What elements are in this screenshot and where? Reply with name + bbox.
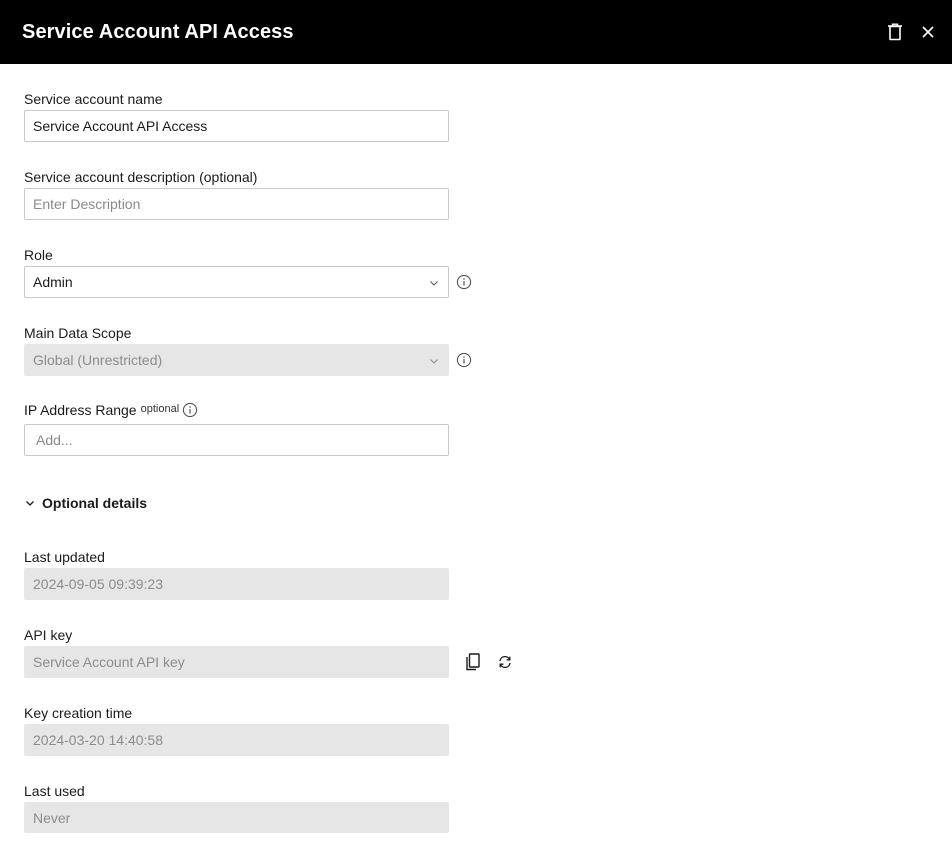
role-label: Role — [24, 247, 53, 263]
ip-range-label: IP Address Range optional — [24, 401, 179, 421]
scope-select: Global (Unrestricted) — [24, 344, 449, 376]
scope-label: Main Data Scope — [24, 325, 132, 341]
refresh-icon — [499, 655, 511, 669]
chevron-down-icon — [26, 501, 34, 506]
name-input[interactable] — [24, 110, 449, 142]
description-input[interactable] — [24, 188, 449, 220]
optional-details-label: Optional details — [42, 495, 148, 511]
ip-range-input[interactable] — [24, 424, 449, 456]
trash-icon — [888, 23, 902, 41]
copy-api-key-button[interactable] — [463, 652, 483, 672]
last-used-label: Last used — [24, 783, 85, 799]
name-label: Service account name — [24, 91, 163, 107]
close-button[interactable] — [916, 20, 940, 44]
dialog-title: Service Account API Access — [22, 21, 294, 43]
chevron-down-icon — [430, 359, 438, 364]
regenerate-api-key-button[interactable] — [495, 652, 515, 672]
dialog-header: Service Account API Access — [0, 0, 952, 64]
role-info-icon[interactable] — [456, 274, 472, 290]
key-creation-time-label: Key creation time — [24, 705, 133, 721]
scope-info-icon[interactable] — [456, 352, 472, 368]
role-selected-value: Admin — [33, 274, 73, 290]
optional-tag: optional — [140, 403, 180, 415]
delete-button[interactable] — [883, 20, 907, 44]
description-label: Service account description (optional) — [24, 169, 258, 185]
api-key-input — [24, 646, 449, 678]
last-updated-label: Last updated — [24, 549, 105, 565]
chevron-down-icon — [430, 281, 438, 286]
last-used-value — [24, 802, 449, 833]
api-key-label: API key — [24, 627, 73, 643]
last-updated-value — [24, 568, 449, 600]
ip-range-info-icon[interactable] — [182, 402, 198, 418]
close-icon — [922, 26, 934, 38]
scope-selected-value: Global (Unrestricted) — [33, 352, 163, 368]
ip-range-label-text: IP Address Range — [24, 402, 137, 418]
role-select[interactable]: Admin — [24, 266, 449, 298]
optional-details-toggle[interactable]: Optional details — [24, 494, 147, 512]
copy-icon — [466, 653, 480, 671]
key-creation-time-value — [24, 724, 449, 756]
